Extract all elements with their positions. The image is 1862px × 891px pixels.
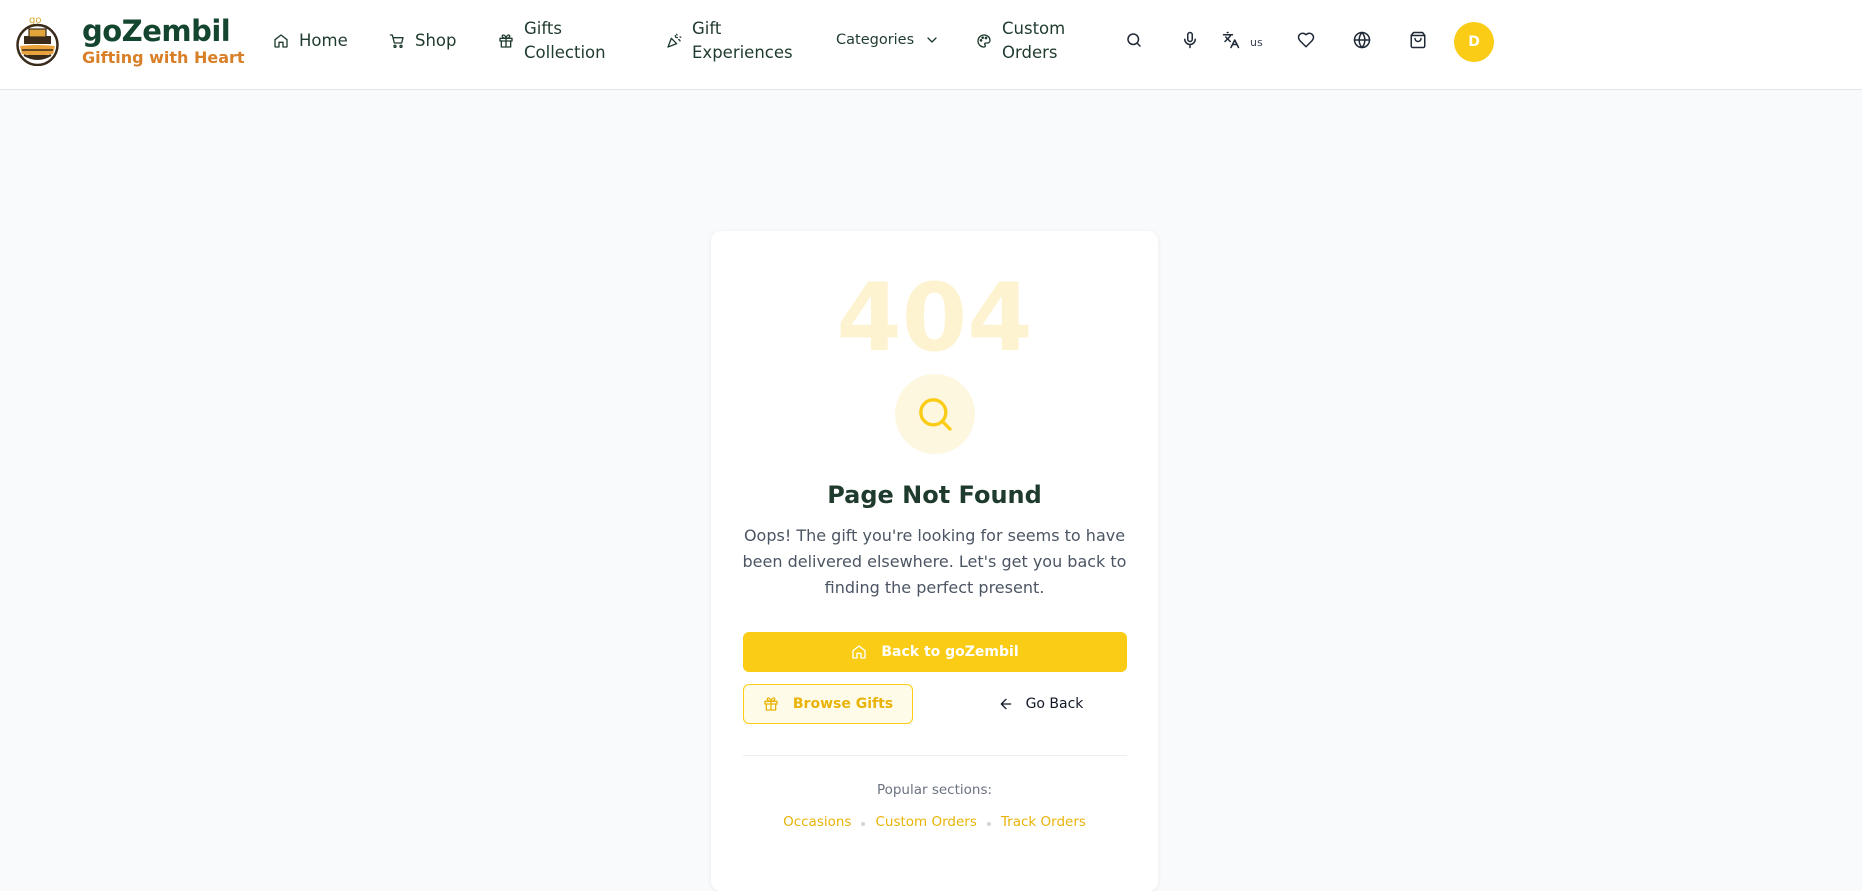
browse-gifts-button[interactable]: Browse Gifts xyxy=(743,684,913,724)
separator-dot xyxy=(986,822,991,826)
translate-icon[interactable] xyxy=(1222,31,1242,51)
page-title: Page Not Found xyxy=(827,481,1042,509)
popular-links: Occasions Custom Orders Track Orders xyxy=(711,814,1158,830)
gift-icon xyxy=(498,33,514,49)
palette-icon xyxy=(976,33,992,49)
brand-tagline: Gifting with Heart xyxy=(82,48,245,67)
microphone-icon[interactable] xyxy=(1181,31,1201,51)
search-icon xyxy=(919,398,952,431)
nav-gifts-line2: Collection xyxy=(524,43,606,62)
nav-home[interactable]: Home xyxy=(273,31,348,50)
separator-dot xyxy=(861,822,866,826)
gift-basket-logo-icon[interactable]: go xyxy=(15,14,60,66)
browse-gifts-label: Browse Gifts xyxy=(792,696,894,712)
nav-shop-label: Shop xyxy=(415,31,457,50)
nav-categories-label: Categories xyxy=(836,32,915,48)
nav-custom-orders-label: Custom Orders xyxy=(1002,17,1065,65)
nav-gifts-line1: Gifts xyxy=(524,19,562,38)
divider xyxy=(743,755,1127,756)
language-code[interactable]: us xyxy=(1250,36,1263,49)
party-popper-icon xyxy=(666,33,682,49)
home-icon xyxy=(852,645,867,659)
go-back-button[interactable]: Go Back xyxy=(954,684,1127,724)
heart-icon[interactable] xyxy=(1297,31,1317,51)
gift-icon xyxy=(764,697,778,711)
error-code: 404 xyxy=(836,264,1033,373)
nav-gift-experiences[interactable]: Gift Experiences xyxy=(666,17,793,65)
popular-sections-label: Popular sections: xyxy=(876,782,993,798)
back-home-button[interactable]: Back to goZembil xyxy=(743,632,1127,672)
nav-gifts-collection[interactable]: Gifts Collection xyxy=(498,17,606,65)
brand-name[interactable]: goZembil xyxy=(82,14,231,48)
link-occasions[interactable]: Occasions xyxy=(783,814,851,830)
nav-exp-line1: Gift xyxy=(692,19,722,38)
link-custom-orders[interactable]: Custom Orders xyxy=(875,814,976,830)
nav-custom-line1: Custom xyxy=(1002,19,1066,38)
back-home-label: Back to goZembil xyxy=(881,644,1019,660)
not-found-card: 404 Page Not Found Oops! The gift you're… xyxy=(711,231,1158,891)
arrow-left-icon xyxy=(1000,698,1011,710)
search-icon[interactable] xyxy=(1125,31,1145,51)
error-message: Oops! The gift you're looking for seems … xyxy=(742,526,1127,597)
home-icon xyxy=(273,33,289,49)
go-back-label: Go Back xyxy=(1025,696,1084,712)
shopping-bag-icon[interactable] xyxy=(1409,31,1429,51)
globe-icon[interactable] xyxy=(1353,31,1373,51)
nav-custom-line2: Orders xyxy=(1002,43,1058,62)
nav-exp-line2: Experiences xyxy=(692,43,793,62)
nav-categories[interactable]: Categories xyxy=(836,32,940,48)
shopping-cart-icon xyxy=(389,33,405,49)
search-badge xyxy=(895,374,975,454)
nav-shop[interactable]: Shop xyxy=(389,31,457,50)
chevron-down-icon xyxy=(924,32,940,48)
link-track-orders[interactable]: Track Orders xyxy=(1001,814,1086,830)
nav-home-label: Home xyxy=(299,31,348,50)
user-avatar[interactable]: D xyxy=(1454,22,1494,62)
nav-gifts-collection-label: Gifts Collection xyxy=(524,17,606,65)
nav-custom-orders[interactable]: Custom Orders xyxy=(976,17,1065,65)
nav-gift-experiences-label: Gift Experiences xyxy=(692,17,793,65)
site-header: go goZembil Gifting with Heart Home Shop… xyxy=(0,0,1862,90)
